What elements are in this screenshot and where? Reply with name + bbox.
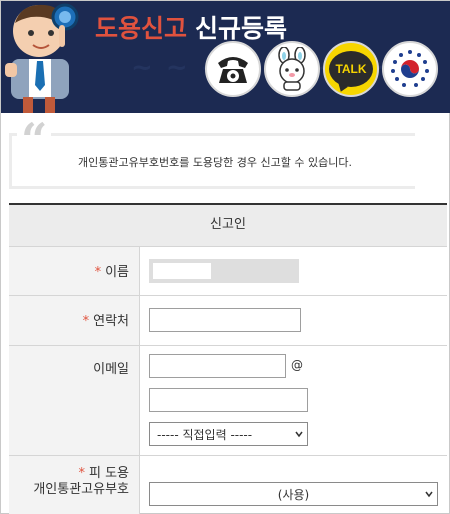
kakaotalk-button[interactable]: TALK <box>323 41 379 97</box>
victim-code-select[interactable]: (사용) <box>149 482 438 506</box>
phone-input[interactable] <box>149 308 301 332</box>
phone-row: * 연락처 <box>9 296 447 346</box>
required-mark: * <box>82 314 90 329</box>
page-title-red: 도용신고 <box>95 14 188 43</box>
required-mark: * <box>78 466 85 481</box>
email-at-sign: @ <box>291 358 303 372</box>
victim-code-select-value: (사용) <box>277 487 310 502</box>
page-title: 도용신고 신규등록 <box>95 9 287 45</box>
phone-label: * 연락처 <box>9 296 140 345</box>
reporter-form: 신고인 * 이름 * 연락처 이메일 @ ----- 직접입력 ----- * 피 도… <box>9 203 447 514</box>
email-domain-select[interactable]: ----- 직접입력 ----- <box>149 422 308 446</box>
victim-code-row: * 피 도용 개인통관고유부호 (사용) <box>9 456 447 514</box>
government-link-button[interactable] <box>382 41 438 97</box>
victim-code-label: * 피 도용 개인통관고유부호 <box>9 456 140 514</box>
header-banner: ~ ~ ~ ~ ~ ~ ~ ~ ~ 도용신고신규등록 TALK <box>1 1 450 113</box>
chatbot-character-button[interactable] <box>264 41 320 97</box>
government-emblem-icon <box>391 50 429 87</box>
kakaotalk-icon: TALK <box>329 51 373 87</box>
email-user-input[interactable] <box>149 354 286 378</box>
section-title-reporter: 신고인 <box>9 205 447 247</box>
notice-text: 개인통관고유부호번호를 도용당한 경우 신고할 수 있습니다. <box>78 156 352 169</box>
page-title-white: 신규등록 <box>195 14 288 43</box>
email-domain-input[interactable] <box>149 388 308 412</box>
customs-officer-mascot-icon <box>5 3 79 113</box>
telephone-icon <box>218 57 248 83</box>
chevron-down-icon <box>295 431 303 438</box>
email-domain-select-value: ----- 직접입력 ----- <box>157 427 253 442</box>
kakaotalk-label: TALK <box>335 62 367 76</box>
mascot-character-icon <box>278 47 306 91</box>
name-label: * 이름 <box>9 247 140 295</box>
notice-box: 개인통관고유부호번호를 도용당한 경우 신고할 수 있습니다. <box>9 133 415 189</box>
quote-mark-icon: “ <box>17 117 52 163</box>
chevron-down-icon <box>425 491 433 498</box>
name-field <box>149 259 299 283</box>
required-mark: * <box>94 265 102 280</box>
email-label: 이메일 <box>9 346 140 455</box>
name-row: * 이름 <box>9 247 447 296</box>
phone-consult-button[interactable] <box>205 41 261 97</box>
email-row: 이메일 @ ----- 직접입력 ----- <box>9 346 447 456</box>
